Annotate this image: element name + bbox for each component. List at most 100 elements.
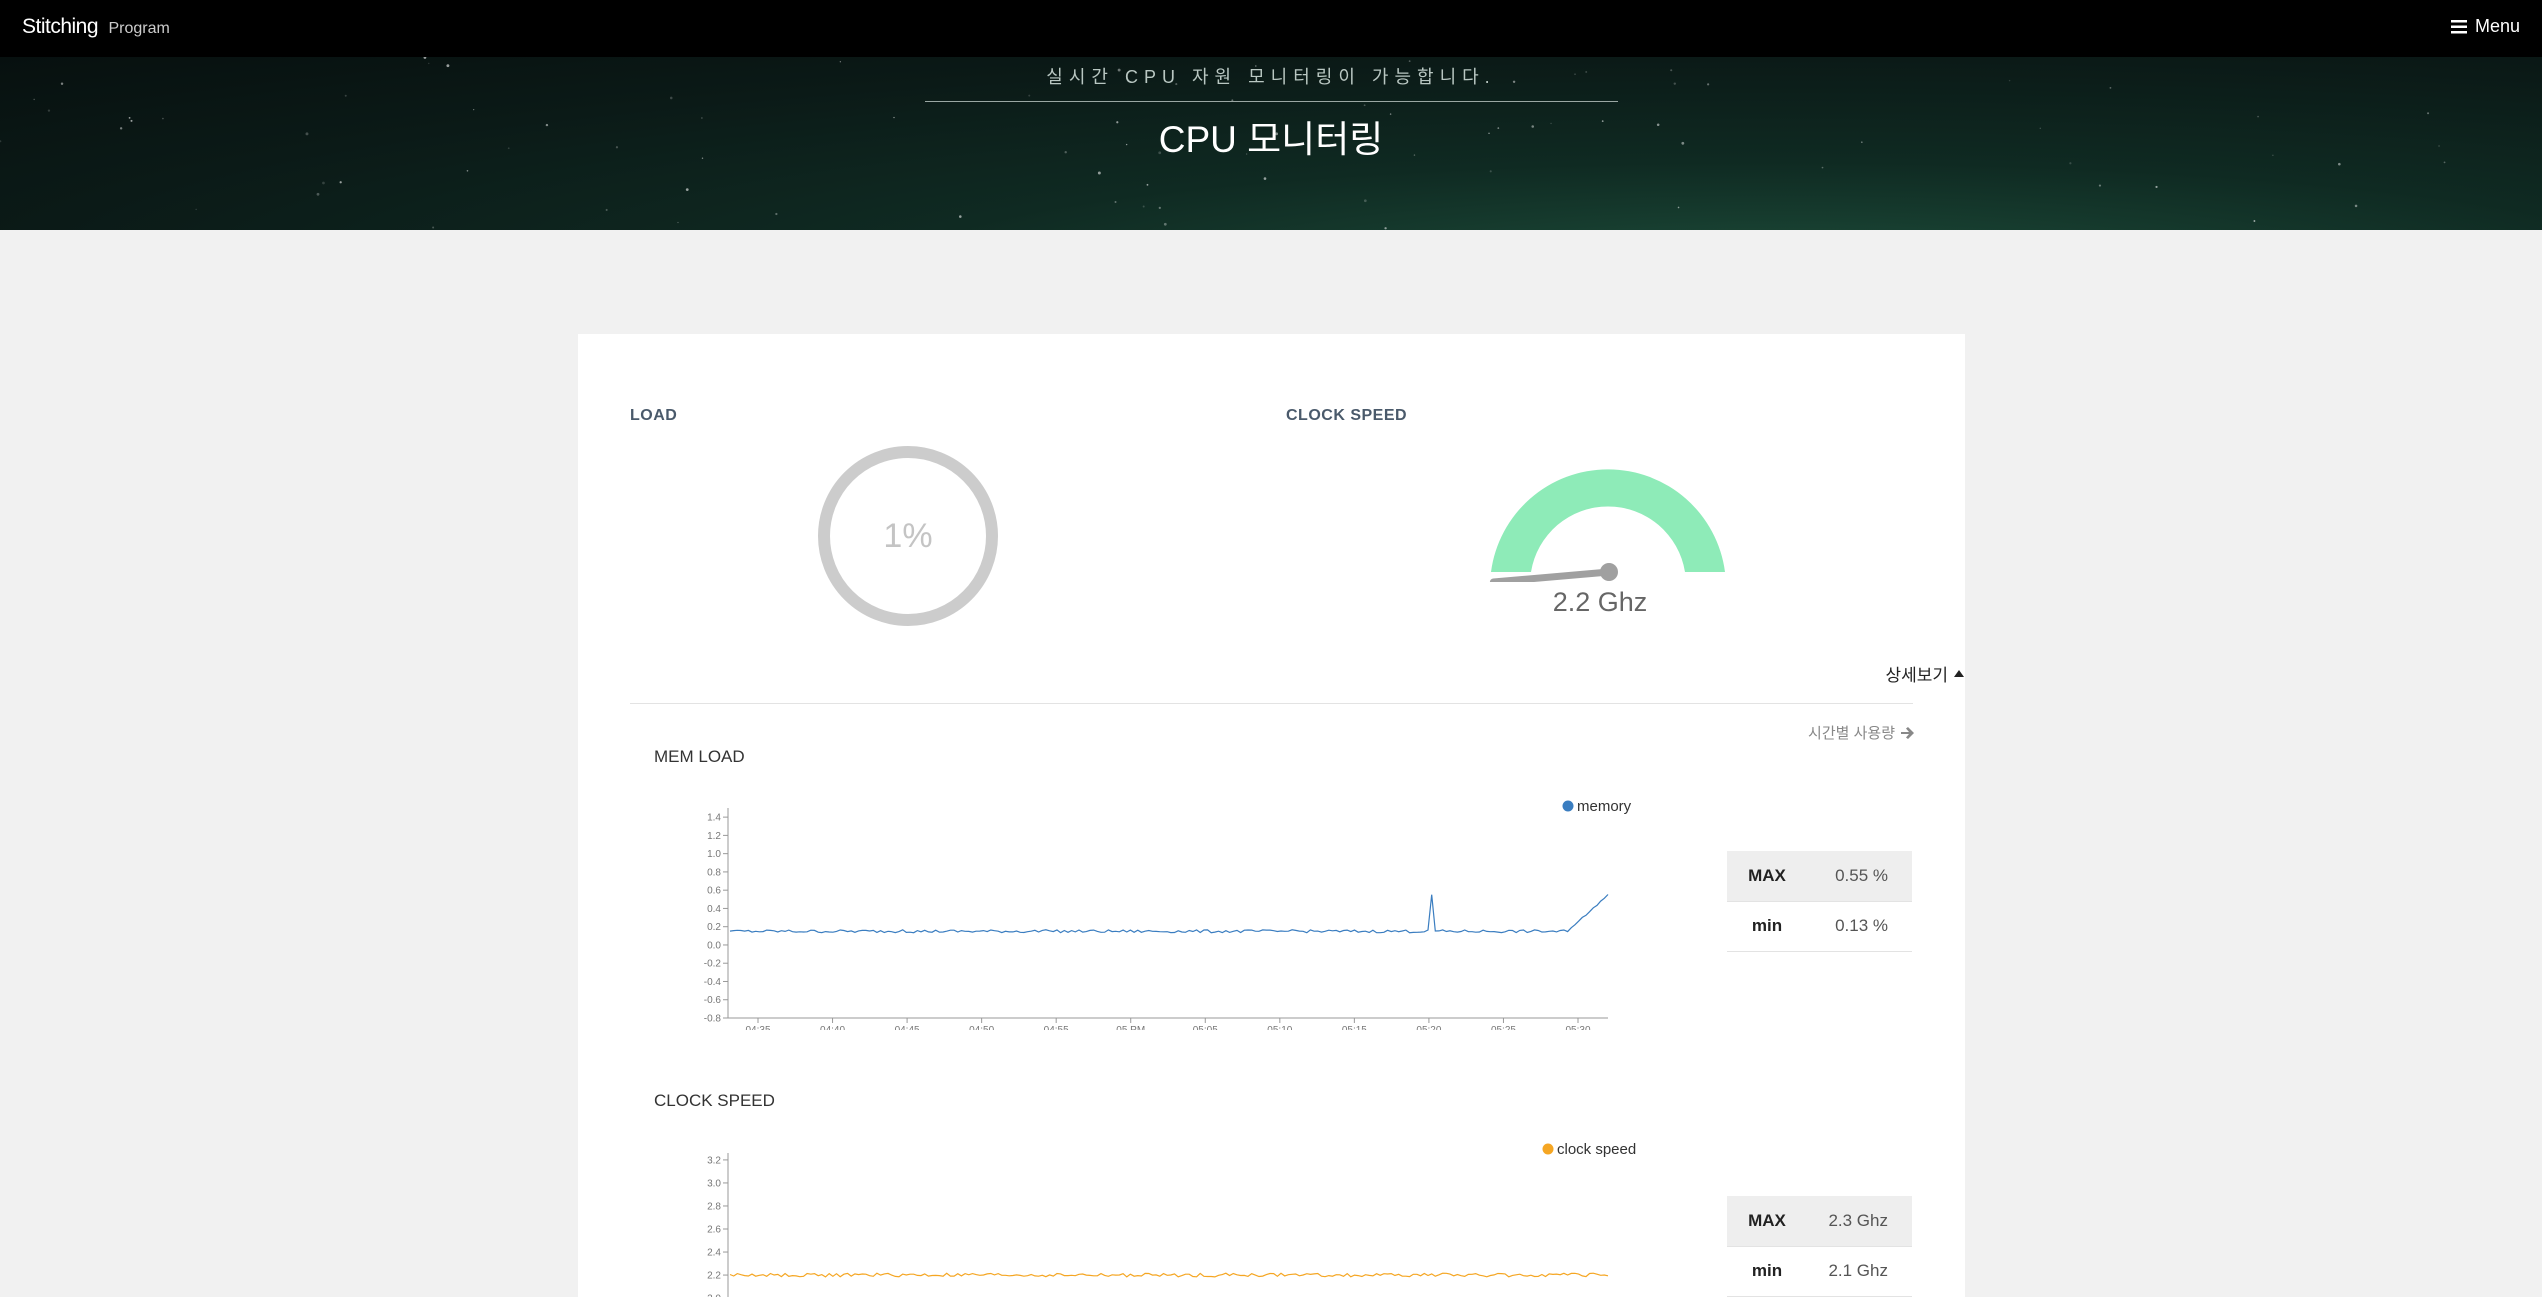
load-gauge: 1% [818,446,998,626]
mem-load-stats: MAX 0.55 % min 0.13 % [1727,851,1912,952]
y-tick-label: 0.8 [707,867,721,878]
x-tick-label: 04:35 [745,1025,770,1030]
stats-row-min: min 2.1 Ghz [1727,1246,1912,1297]
star [2155,185,2158,189]
star [1363,199,1367,203]
star [1114,201,1117,204]
series-line-clock-speed [729,1272,1609,1278]
y-tick-label: 0.0 [707,940,721,951]
star [1363,104,1366,107]
star [423,57,427,59]
caret-up-icon [1954,670,1964,677]
star [2253,220,2256,222]
y-tick-label: 2.8 [707,1201,721,1212]
star [1489,170,1492,173]
y-tick-label: -0.6 [704,995,722,1006]
hourly-usage-link[interactable]: 시간별 사용량 [1808,722,1914,743]
star [775,212,778,216]
legend-marker [1542,1143,1554,1155]
star [605,208,608,211]
y-tick-label: 1.0 [707,849,721,860]
stats-max-label: MAX [1727,1196,1807,1247]
star [2098,184,2102,187]
y-tick-label: 2.0 [707,1294,721,1297]
star [1263,177,1267,180]
y-tick-label: -0.2 [704,959,722,970]
brand-subtitle: Program [108,20,170,37]
stats-max-value: 0.55 % [1807,851,1912,902]
load-label: LOAD [630,407,678,424]
legend-label: memory [1577,798,1632,815]
star [685,188,689,192]
y-tick-label: -0.4 [704,977,722,988]
hero-banner: 실시간 CPU 자원 모니터링이 가능합니다. CPU 모니터링 [0,57,2542,230]
hourly-usage-label: 시간별 사용량 [1808,725,1895,742]
legend-marker [1562,800,1574,812]
menu-label: Menu [2474,16,2520,36]
mem-load-chart: 1.4 1.2 1.0 0.8 0.6 0.4 0.2 0.0 -0.2 -0.4 -0.6 -0.8… [704,798,1632,1030]
stats-max-value: 2.3 Ghz [1807,1196,1912,1247]
star [195,208,197,211]
star [432,226,435,229]
stats-row-min: min 0.13 % [1727,901,1912,952]
star [33,98,35,101]
x-tick-label: 05:25 [1491,1025,1516,1030]
x-tick-label: 04:50 [969,1025,994,1030]
y-tick-label: 1.2 [707,831,721,842]
star [466,169,469,172]
menu-button[interactable]: Menu [2450,16,2520,37]
brand[interactable]: Stitching Program [22,15,170,39]
clock-speed-chart: 3.2 3.0 2.8 2.6 2.4 2.2 2.0 clock speed [707,1141,1636,1297]
x-tick-label: 05:20 [1416,1025,1441,1030]
clock-speed-label: CLOCK SPEED [1286,407,1408,424]
star [677,221,679,224]
page-title: CPU 모니터링 [1158,119,1384,160]
load-value: 1% [883,516,933,555]
brand-title: Stitching [22,15,99,38]
y-tick-label: 3.0 [707,1178,721,1189]
star [1384,227,1387,230]
stats-min-label: min [1727,1246,1807,1297]
y-tick-label: 0.6 [707,886,721,897]
y-tick-label: 2.2 [707,1271,721,1282]
star [339,181,342,184]
star [1097,171,1101,175]
stats-min-value: 2.1 Ghz [1807,1246,1912,1297]
x-tick-label: 05:10 [1267,1025,1292,1030]
x-tick-label: 04:45 [895,1025,920,1030]
star [1028,94,1031,97]
x-tick-label: 04:55 [1044,1025,1069,1030]
series-line-memory [729,894,1609,934]
star [669,96,673,100]
x-tick-label: 05 PM [1116,1025,1145,1030]
details-toggle[interactable]: 상세보기 [1885,661,1964,686]
stats-min-value: 0.13 % [1807,901,1912,952]
y-tick-label: 0.2 [707,922,721,933]
star [1158,206,1161,210]
star [1142,205,1145,208]
stats-row-max: MAX 0.55 % [1727,851,1912,902]
clock-speed-chart-title: CLOCK SPEED [654,1091,775,1110]
y-tick-label: 1.4 [707,813,721,824]
clock-speed-value: 2.2 Ghz [1552,587,1648,617]
star [1408,60,1411,63]
star [1677,206,1680,209]
star [1146,183,1149,186]
star [316,192,320,196]
y-tick-label: -0.8 [704,1014,722,1025]
hero-subtitle: 실시간 CPU 자원 모니터링이 가능합니다. [1046,67,1496,87]
x-tick-label: 05:05 [1193,1025,1218,1030]
mem-load-title: MEM LOAD [654,747,745,766]
stats-row-max: MAX 2.3 Ghz [1727,1196,1912,1247]
stats-min-label: min [1727,901,1807,952]
star [2338,162,2341,166]
y-tick-label: 3.2 [707,1155,721,1166]
section-divider [630,703,1913,704]
arrow-right-icon [1901,726,1914,739]
star [1163,222,1167,226]
star [959,215,962,218]
star [1821,166,1824,169]
star [344,94,347,97]
x-tick-label: 05:30 [1565,1025,1590,1030]
navbar: Stitching Program Menu [0,0,2542,57]
